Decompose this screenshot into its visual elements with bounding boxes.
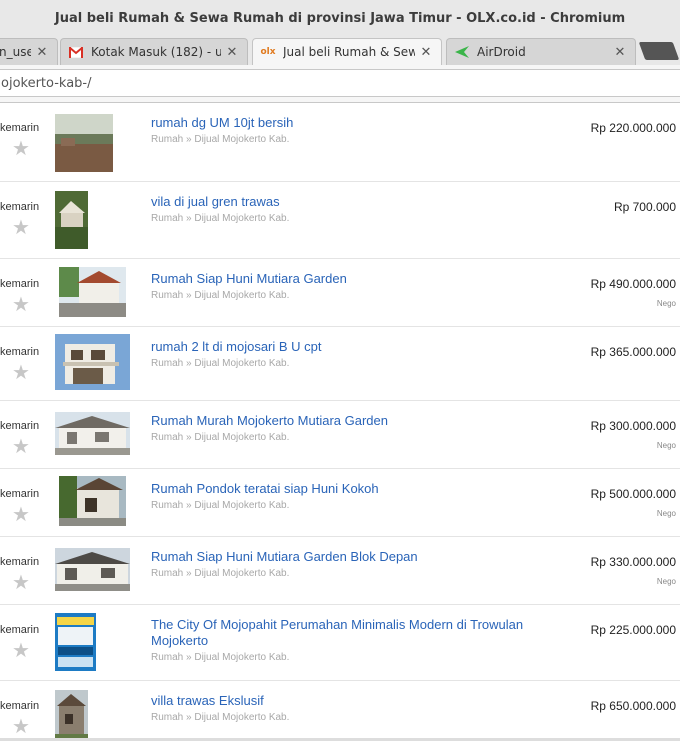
listing-category: Rumah » Dijual Mojokerto Kab. [151,712,290,723]
listing-price: Rp 650.000.000 [590,699,676,713]
listing-thumbnail[interactable] [55,114,113,172]
listing-title-link[interactable]: Rumah Siap Huni Mutiara Garden [151,271,541,287]
new-tab-button[interactable] [638,42,680,60]
nego-label: Nego [656,509,676,518]
close-icon[interactable]: ✕ [613,45,627,60]
favorite-star-icon[interactable]: ★ [12,573,30,593]
tab-olx[interactable]: olx Jual beli Rumah & Sewa ✕ [252,38,442,65]
listing-title-link[interactable]: Rumah Murah Mojokerto Mutiara Garden [151,413,541,429]
listing-date: kemarin [0,624,40,636]
nego-label: Nego [656,299,676,308]
listing-date: kemarin [0,278,40,290]
listing-row[interactable]: kemarin ★ vila di jual gren trawas Rumah… [0,183,680,259]
close-icon[interactable]: ✕ [35,45,49,60]
listing-date: kemarin [0,488,40,500]
tab-label: n_use [0,45,31,59]
favorite-star-icon[interactable]: ★ [12,139,30,159]
listing-price: Rp 365.000.000 [590,345,676,359]
address-bar[interactable]: ojokerto-kab-/ [0,69,680,97]
listing-category: Rumah » Dijual Mojokerto Kab. [151,432,290,443]
tab-n-use[interactable]: n_use ✕ [0,38,58,65]
listing-title-link[interactable]: rumah 2 lt di mojosari B U cpt [151,339,541,355]
listing-row[interactable]: kemarin ★ Rumah Siap Huni Mutiara Garden… [0,260,680,327]
listing-thumbnail[interactable] [55,412,130,455]
listing-price: Rp 220.000.000 [590,121,676,135]
listing-category: Rumah » Dijual Mojokerto Kab. [151,652,290,663]
tab-label: AirDroid [477,45,526,59]
listing-thumbnail[interactable] [59,476,126,526]
address-url: ojokerto-kab-/ [1,75,92,91]
favorite-star-icon[interactable]: ★ [12,295,30,315]
listing-date: kemarin [0,556,40,568]
listing-date: kemarin [0,201,40,213]
listing-results: kemarin ★ rumah dg UM 10jt bersih Rumah … [0,104,680,741]
listing-row[interactable]: kemarin ★ Rumah Siap Huni Mutiara Garden… [0,538,680,605]
listing-thumbnail[interactable] [55,334,130,390]
listing-price: Rp 225.000.000 [590,623,676,637]
listing-category: Rumah » Dijual Mojokerto Kab. [151,500,290,511]
listing-row[interactable]: kemarin ★ Rumah Pondok teratai siap Huni… [0,470,680,537]
gmail-icon [69,45,83,59]
browser-toolbar: ojokerto-kab-/ [0,65,680,103]
close-icon[interactable]: ✕ [419,45,433,60]
favorite-star-icon[interactable]: ★ [12,641,30,661]
tab-strip: n_use ✕ Kotak Masuk (182) - upl ✕ olx Ju… [0,36,680,65]
listing-category: Rumah » Dijual Mojokerto Kab. [151,358,290,369]
listing-row[interactable]: kemarin ★ rumah 2 lt di mojosari B U cpt… [0,328,680,401]
favorite-star-icon[interactable]: ★ [12,505,30,525]
listing-title-link[interactable]: rumah dg UM 10jt bersih [151,115,541,131]
listing-date: kemarin [0,700,40,712]
listing-row[interactable]: kemarin ★ rumah dg UM 10jt bersih Rumah … [0,104,680,182]
tab-label: Jual beli Rumah & Sewa [283,45,415,59]
favorite-star-icon[interactable]: ★ [12,218,30,238]
listing-date: kemarin [0,346,40,358]
listing-row[interactable]: kemarin ★ The City Of Mojopahit Perumaha… [0,606,680,681]
listing-category: Rumah » Dijual Mojokerto Kab. [151,568,290,579]
close-icon[interactable]: ✕ [225,45,239,60]
listing-row[interactable]: kemarin ★ Rumah Murah Mojokerto Mutiara … [0,402,680,469]
listing-thumbnail[interactable] [55,548,130,591]
listing-title-link[interactable]: The City Of Mojopahit Perumahan Minimali… [151,617,541,649]
listing-thumbnail[interactable] [55,613,96,671]
listing-row[interactable]: kemarin ★ villa trawas Ekslusif Rumah » … [0,682,680,741]
listing-category: Rumah » Dijual Mojokerto Kab. [151,134,290,145]
tab-label: Kotak Masuk (182) - upl [91,45,221,59]
listing-category: Rumah » Dijual Mojokerto Kab. [151,213,290,224]
listing-thumbnail[interactable] [55,690,88,741]
favorite-star-icon[interactable]: ★ [12,363,30,383]
favorite-star-icon[interactable]: ★ [12,717,30,737]
airdroid-icon [455,45,469,59]
tab-airdroid[interactable]: AirDroid ✕ [446,38,636,65]
listing-title-link[interactable]: Rumah Siap Huni Mutiara Garden Blok Depa… [151,549,541,565]
listing-title-link[interactable]: vila di jual gren trawas [151,194,541,210]
listing-price: Rp 330.000.000 [590,555,676,569]
listing-date: kemarin [0,122,40,134]
listing-price: Rp 700.000 [613,200,676,214]
listing-thumbnail[interactable] [59,267,126,317]
listing-title-link[interactable]: Rumah Pondok teratai siap Huni Kokoh [151,481,541,497]
listing-date: kemarin [0,420,40,432]
favorite-star-icon[interactable]: ★ [12,437,30,457]
window-title: Jual beli Rumah & Sewa Rumah di provinsi… [54,10,626,26]
listing-price: Rp 500.000.000 [590,487,676,501]
listing-category: Rumah » Dijual Mojokerto Kab. [151,290,290,301]
olx-icon: olx [260,47,276,57]
listing-price: Rp 300.000.000 [590,419,676,433]
window-title-bar: Jual beli Rumah & Sewa Rumah di provinsi… [0,0,680,36]
tab-gmail[interactable]: Kotak Masuk (182) - upl ✕ [60,38,248,65]
listing-price: Rp 490.000.000 [590,277,676,291]
listing-thumbnail[interactable] [55,191,88,249]
nego-label: Nego [656,577,676,586]
listing-title-link[interactable]: villa trawas Ekslusif [151,693,541,709]
nego-label: Nego [656,441,676,450]
